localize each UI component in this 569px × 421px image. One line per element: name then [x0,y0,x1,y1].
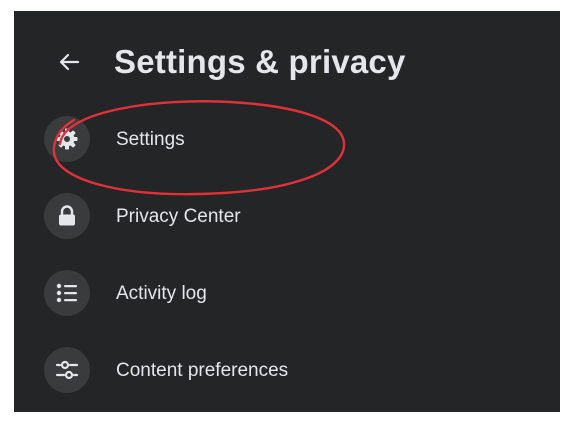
menu-icon-badge [44,347,90,393]
settings-privacy-panel: Settings & privacy Settings Privacy Cent… [14,11,560,412]
gear-icon [56,128,78,150]
menu-icon-badge [44,270,90,316]
sliders-icon [55,360,79,380]
menu-item-settings[interactable]: Settings [40,106,540,172]
arrow-left-icon [59,53,80,71]
menu-item-label: Settings [116,129,185,150]
menu-item-label: Privacy Center [116,206,241,227]
lock-icon [59,205,75,226]
menu-item-activity-log[interactable]: Activity log [40,260,540,326]
back-button[interactable] [54,47,84,77]
menu-item-label: Activity log [116,283,207,304]
header: Settings & privacy [14,39,560,91]
page-title: Settings & privacy [114,43,406,80]
menu-icon-badge [44,193,90,239]
menu-item-content-preferences[interactable]: Content preferences [40,337,540,403]
menu-item-label: Content preferences [116,360,289,381]
list-icon [56,283,77,303]
menu-icon-badge [44,116,90,162]
menu-item-privacy-center[interactable]: Privacy Center [40,183,540,249]
